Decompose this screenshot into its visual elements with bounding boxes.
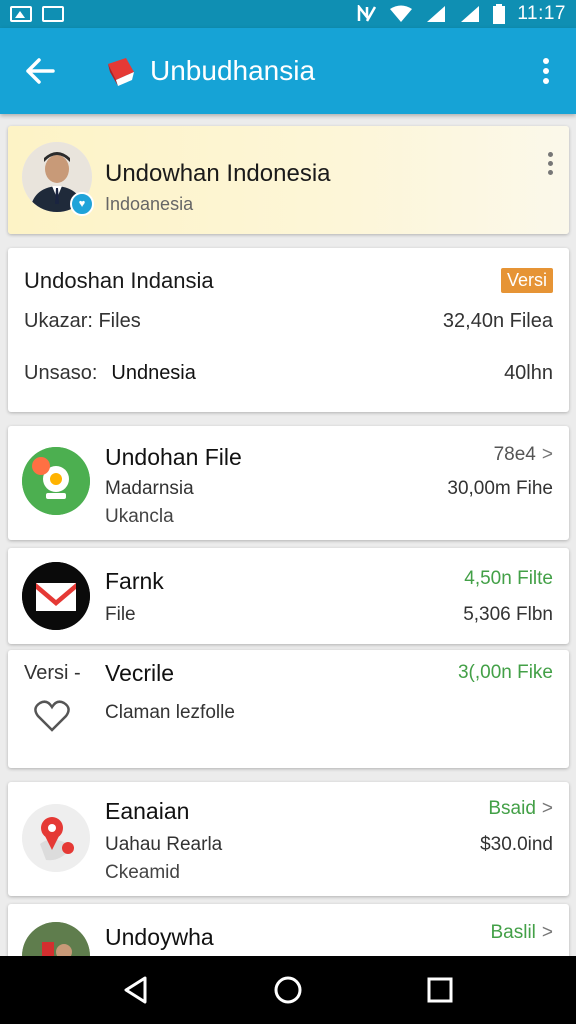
- chevron-right-icon: >: [541, 922, 553, 943]
- signal-icon-2: [461, 6, 480, 22]
- nav-back-button[interactable]: [106, 960, 166, 1020]
- heart-icon[interactable]: [34, 700, 70, 732]
- map-pin-icon: [22, 804, 90, 872]
- item-amount: 5,306 Flbn: [463, 604, 553, 625]
- back-button[interactable]: [0, 28, 80, 114]
- item-amount: 30,00m Fihe: [447, 478, 553, 499]
- item-detail: Ukancla: [105, 506, 174, 527]
- overflow-menu-button[interactable]: [516, 28, 576, 114]
- list-item[interactable]: Undoywha Baslil >: [8, 904, 569, 956]
- nav-recents-button[interactable]: [410, 960, 470, 1020]
- item-title: Farnk: [105, 568, 164, 594]
- item-subtitle: Madarnsia: [105, 478, 194, 499]
- item-meta-text: Baslil: [490, 922, 536, 943]
- list-item[interactable]: Farnk File 4,50n Filte 5,306 Flbn: [8, 548, 569, 644]
- item-meta-text: 78e4: [493, 444, 536, 465]
- info-row-label: Unsaso:: [24, 362, 98, 384]
- info-row-user: Unsaso: Undnesia 40lhn: [24, 362, 553, 385]
- item-title: Vecrile: [105, 660, 175, 686]
- circle-home-icon: [274, 976, 302, 1004]
- item-title: Undohan File: [105, 444, 242, 470]
- chevron-right-icon: >: [541, 798, 553, 819]
- app-title: Unbudhansia: [150, 55, 316, 86]
- photo-thumbnail-icon: [22, 922, 90, 956]
- square-recents-icon: [427, 977, 453, 1003]
- chevron-right-icon: >: [541, 444, 553, 465]
- battery-icon: [493, 4, 506, 24]
- version-badge: Versi: [500, 268, 553, 293]
- info-title: Undoshan Indansia: [24, 268, 214, 293]
- info-row-amount: 32,40n Filea: [442, 310, 553, 332]
- item-meta: 78e4 >: [494, 444, 553, 466]
- nfc-icon: [358, 5, 377, 22]
- wifi-icon: [390, 5, 413, 22]
- system-nav-bar: [0, 956, 576, 1024]
- item-meta: 4,50n Filte: [464, 568, 553, 589]
- item-meta: Bsaid >: [488, 798, 553, 820]
- triangle-back-icon: [124, 976, 147, 1004]
- profile-name: Undowhan Indonesia: [105, 160, 331, 187]
- item-meta: Baslil >: [490, 922, 553, 944]
- item-title: Undoywha: [105, 924, 214, 950]
- profile-subtitle: Indoanesia: [105, 194, 194, 214]
- app-logo-icon: [108, 58, 134, 86]
- more-vert-icon: [543, 58, 549, 84]
- info-row-files: Ukazar: Files 32,40n Filea: [24, 310, 553, 333]
- item-subtitle: File: [105, 604, 136, 625]
- item-meta: 3(,00n Fike: [457, 662, 553, 683]
- item-meta-text: Bsaid: [488, 798, 536, 819]
- verified-badge-icon: ♥: [70, 192, 94, 216]
- app-notification-icon: [42, 6, 64, 22]
- mail-icon: [22, 562, 90, 630]
- item-prefix: Versi -: [24, 662, 81, 684]
- signal-icon: [427, 6, 446, 22]
- info-card[interactable]: Undoshan Indansia Versi Ukazar: Files 32…: [8, 248, 569, 412]
- webcam-icon: [22, 447, 90, 515]
- list-item[interactable]: Versi - Vecrile Claman lezfolle 3(,00n F…: [8, 650, 569, 768]
- app-bar: Unbudhansia: [0, 28, 576, 114]
- content-list[interactable]: ♥ Undowhan Indonesia Indoanesia Undoshan…: [0, 114, 576, 956]
- item-subtitle: Uahau Rearla: [105, 834, 223, 855]
- info-row-label: Ukazar: Files: [24, 310, 141, 332]
- gallery-notification-icon: [10, 6, 32, 22]
- nav-home-button[interactable]: [258, 960, 318, 1020]
- item-amount: $30.0ind: [480, 834, 553, 855]
- status-bar: 11:17: [0, 0, 576, 28]
- list-item[interactable]: Eanaian Uahau Rearla Ckeamid Bsaid > $30.…: [8, 782, 569, 896]
- status-time: 11:17: [517, 3, 566, 24]
- info-row-amount: 40lhn: [504, 362, 553, 384]
- list-item[interactable]: Undohan File Madarnsia Ukancla 78e4 > 30,…: [8, 426, 569, 540]
- item-detail: Ckeamid: [105, 862, 180, 883]
- arrow-left-icon: [26, 58, 55, 84]
- info-row-value: Undnesia: [111, 362, 196, 384]
- profile-menu-button[interactable]: [548, 152, 553, 175]
- profile-card[interactable]: ♥ Undowhan Indonesia Indoanesia: [8, 126, 569, 234]
- item-subtitle: Claman lezfolle: [105, 702, 235, 723]
- item-title: Eanaian: [105, 798, 190, 824]
